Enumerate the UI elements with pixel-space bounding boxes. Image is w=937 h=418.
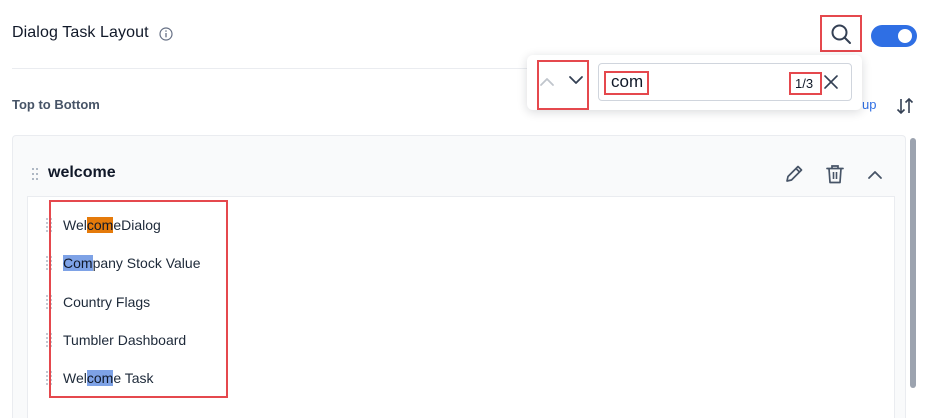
info-circle-icon[interactable] xyxy=(159,27,173,41)
scrollbar[interactable] xyxy=(910,138,916,388)
toggle-knob xyxy=(898,29,912,43)
chevron-up-icon[interactable] xyxy=(866,166,884,184)
edit-icon[interactable] xyxy=(783,163,805,185)
counter-highlight-box xyxy=(789,72,822,95)
layout-order-label[interactable]: Top to Bottom xyxy=(12,97,100,112)
nav-arrows-highlight xyxy=(537,60,589,110)
list-highlight-box xyxy=(49,200,228,398)
sort-arrows-icon[interactable] xyxy=(895,96,915,116)
search-icon xyxy=(831,24,851,44)
layout-toggle[interactable] xyxy=(871,25,917,47)
group-title: welcome xyxy=(48,164,116,181)
group-link[interactable]: up xyxy=(862,97,876,112)
search-button[interactable] xyxy=(820,15,862,52)
trash-icon[interactable] xyxy=(824,163,846,185)
drag-handle-icon[interactable] xyxy=(31,167,39,181)
page-title: Dialog Task Layout xyxy=(12,24,149,41)
close-icon[interactable] xyxy=(823,74,839,90)
query-highlight-box xyxy=(604,71,649,95)
